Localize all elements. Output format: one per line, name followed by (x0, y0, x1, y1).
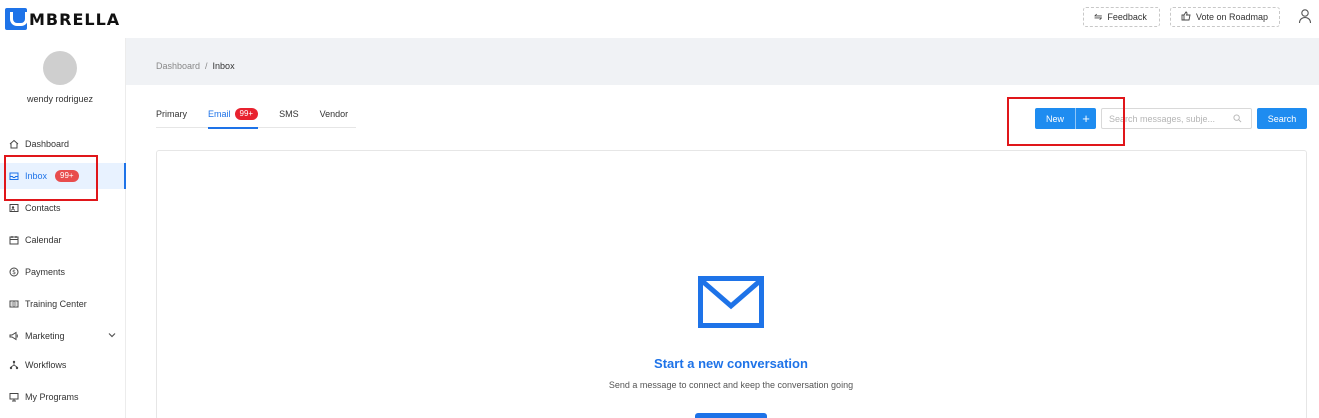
breadcrumb-separator: / (205, 61, 208, 71)
vote-roadmap-button[interactable]: Vote on Roadmap (1170, 7, 1280, 27)
tab-label: Primary (156, 109, 187, 119)
new-button-highlight-box (1007, 97, 1125, 146)
mail-icon (698, 276, 764, 328)
chevron-down-icon[interactable] (108, 331, 116, 340)
sidebar-item-label: Training Center (25, 299, 87, 309)
top-bar: MBRELLA ⇋ Feedback Vote on Roadmap (0, 0, 1319, 38)
tab-vendor[interactable]: Vendor (320, 100, 349, 128)
thumbs-up-icon (1181, 11, 1191, 24)
sidebar-item-my-programs[interactable]: My Programs (0, 384, 126, 410)
search-icon (1233, 114, 1242, 123)
inbox-tabs: Primary Email 99+ SMS Vendor (156, 100, 356, 129)
contacts-icon (8, 203, 19, 214)
training-icon (8, 299, 19, 310)
breadcrumb: Dashboard / Inbox (156, 61, 235, 71)
avatar[interactable] (43, 51, 77, 85)
sidebar-item-label: Payments (25, 267, 66, 277)
feedback-label: Feedback (1107, 12, 1147, 22)
vote-roadmap-label: Vote on Roadmap (1196, 12, 1269, 22)
sidebar-item-label: Contacts (25, 203, 61, 213)
home-icon (8, 139, 19, 150)
feedback-button[interactable]: ⇋ Feedback (1083, 7, 1160, 27)
email-count-badge: 99+ (234, 108, 259, 120)
sidebar-item-marketing[interactable]: Marketing (0, 323, 126, 349)
sidebar-item-training-center[interactable]: Training Center (0, 291, 126, 317)
sidebar-item-label: Marketing (25, 331, 65, 341)
monitor-icon (8, 392, 19, 403)
logo[interactable]: MBRELLA (5, 8, 120, 30)
tab-sms[interactable]: SMS (279, 100, 299, 128)
tab-email[interactable]: Email 99+ (208, 100, 259, 129)
megaphone-icon (8, 331, 19, 342)
swap-arrows-icon: ⇋ (1094, 11, 1103, 23)
tab-label: Email (208, 109, 231, 119)
calendar-icon (8, 235, 19, 246)
sidebar: wendy rodriguez Dashboard Inbox 99+ Cont… (0, 38, 126, 418)
logo-text: MBRELLA (29, 9, 121, 29)
sidebar-item-dashboard[interactable]: Dashboard (0, 131, 126, 157)
tab-label: Vendor (319, 109, 349, 119)
breadcrumb-dashboard-link[interactable]: Dashboard (156, 61, 200, 71)
sidebar-item-label: Workflows (25, 360, 67, 370)
svg-text:$: $ (12, 269, 16, 276)
start-conversation-button[interactable] (695, 413, 767, 418)
breadcrumb-current: Inbox (212, 61, 235, 71)
empty-state-subtitle: Send a message to connect and keep the c… (608, 380, 854, 390)
sidebar-item-payments[interactable]: $ Payments (0, 259, 126, 285)
inbox-highlight-box (4, 155, 98, 201)
sidebar-item-label: Calendar (25, 235, 62, 245)
umbrella-logo-icon (5, 8, 28, 30)
empty-state-title: Start a new conversation (654, 356, 808, 371)
sidebar-item-label: My Programs (25, 392, 79, 402)
user-icon[interactable] (1297, 8, 1313, 24)
tab-primary[interactable]: Primary (156, 100, 187, 128)
payments-icon: $ (8, 267, 19, 278)
search-button[interactable]: Search (1257, 108, 1307, 129)
sidebar-item-label: Dashboard (25, 139, 70, 149)
sidebar-item-workflows[interactable]: Workflows (0, 352, 126, 378)
workflow-icon (8, 360, 19, 371)
sidebar-item-calendar[interactable]: Calendar (0, 227, 126, 253)
tab-label: SMS (279, 109, 299, 119)
user-name: wendy rodriguez (26, 94, 94, 104)
